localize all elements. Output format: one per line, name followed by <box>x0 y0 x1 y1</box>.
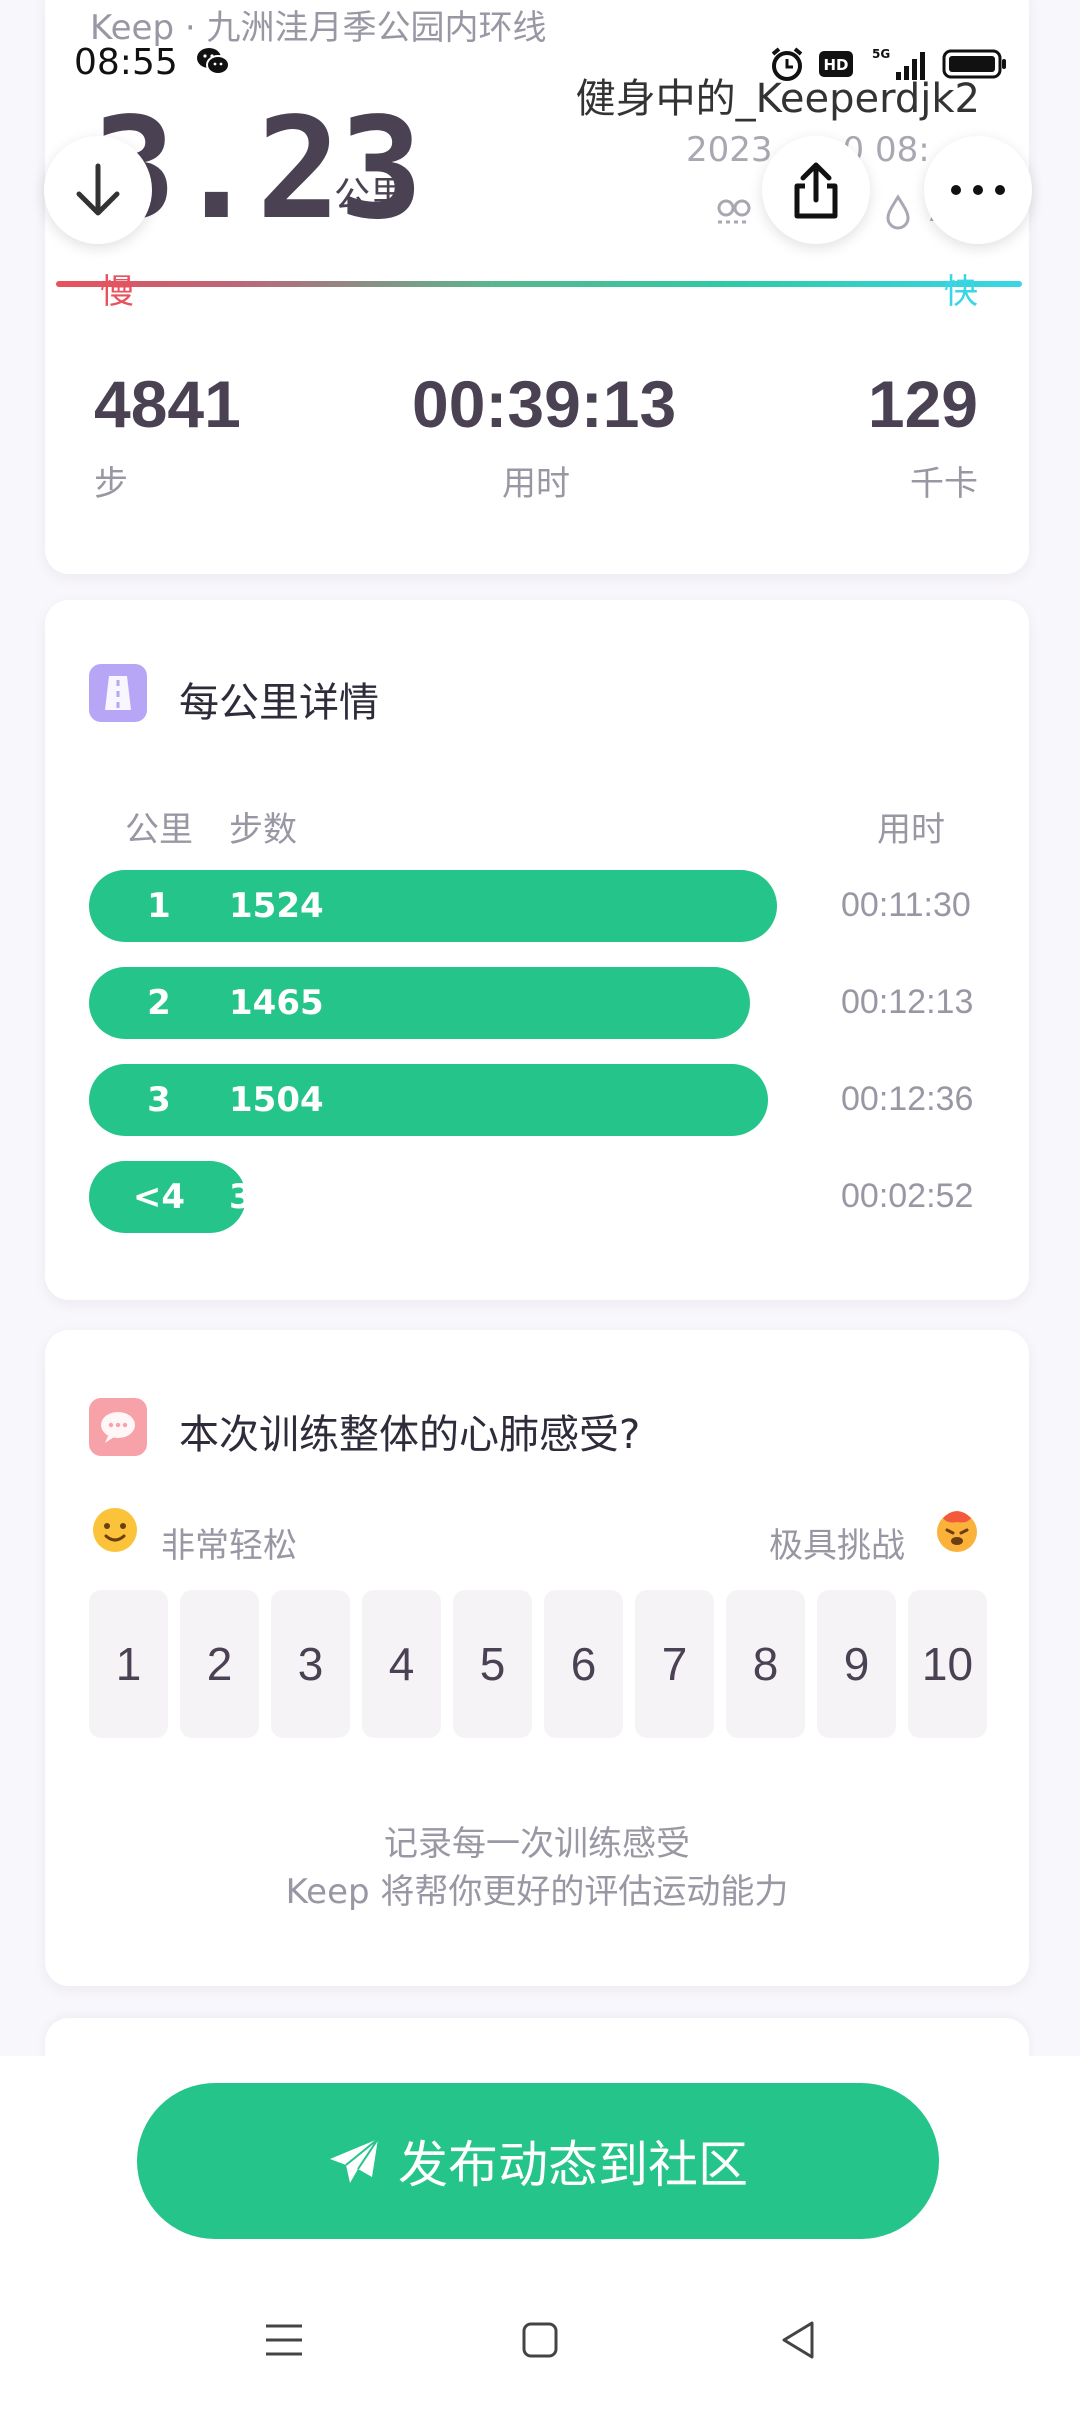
fast-label: 快 <box>944 272 978 312</box>
per-km-card: 每公里详情 公里 步数 用时 1 1524 00:11:30 2 1465 00… <box>45 600 1029 1300</box>
rating-5[interactable]: 5 <box>453 1590 532 1738</box>
duration-label: 用时 <box>502 464 570 504</box>
km-time: 00:12:13 <box>841 983 974 1021</box>
rating-3[interactable]: 3 <box>271 1590 350 1738</box>
hint-line-2: Keep 将帮你更好的评估运动能力 <box>285 1872 789 1912</box>
pace-gradient-bar <box>56 281 1022 287</box>
km-time: 00:02:52 <box>841 1177 974 1215</box>
rating-7[interactable]: 7 <box>635 1590 714 1738</box>
col-km: 公里 <box>125 810 193 850</box>
rating-2[interactable]: 2 <box>180 1590 259 1738</box>
rating-1[interactable]: 1 <box>89 1590 168 1738</box>
menu-icon <box>266 2324 302 2356</box>
rating-4[interactable]: 4 <box>362 1590 441 1738</box>
rating-10[interactable]: 10 <box>908 1590 987 1738</box>
nav-home-button[interactable] <box>510 2310 570 2370</box>
exhausted-face-icon <box>937 1511 977 1552</box>
rating-9[interactable]: 9 <box>817 1590 896 1738</box>
feeling-card: 本次训练整体的心肺感受? 非常轻松 极具挑战 1 2 3 4 5 6 7 8 9… <box>45 1330 1029 1986</box>
arrow-down-icon <box>76 163 120 216</box>
km-number: 2 <box>147 983 171 1023</box>
km-steps: 1465 <box>229 983 324 1023</box>
hard-label: 极具挑战 <box>769 1526 905 1566</box>
nav-menu-button[interactable] <box>254 2310 314 2370</box>
calories-label: 千卡 <box>910 464 978 504</box>
publish-to-community-button[interactable]: 发布动态到社区 <box>137 2083 939 2239</box>
rating-8[interactable]: 8 <box>726 1590 805 1738</box>
col-time: 用时 <box>877 810 945 850</box>
steps-label: 步 <box>94 464 128 504</box>
weather-icon <box>717 199 751 223</box>
calories-value: 129 <box>867 367 978 441</box>
km-time: 00:11:30 <box>841 886 971 924</box>
share-button[interactable] <box>762 136 870 244</box>
km-steps: 1524 <box>229 886 324 926</box>
status-bar-time: 08:55 <box>74 42 178 83</box>
username: 健身中的_Keeperdjk2 <box>575 76 980 122</box>
share-icon <box>794 162 838 219</box>
duration-value: 00:39:13 <box>412 367 677 441</box>
svg-text:5G: 5G <box>872 47 890 61</box>
rating-scale: 1 2 3 4 5 6 7 8 9 10 <box>89 1590 987 1738</box>
km-number: 1 <box>147 886 171 926</box>
home-square-icon <box>522 2322 558 2358</box>
rating-6[interactable]: 6 <box>544 1590 623 1738</box>
more-icon <box>951 185 1005 195</box>
slow-label: 慢 <box>100 272 134 312</box>
hint-line-1: 记录每一次训练感受 <box>384 1824 690 1864</box>
back-triangle-icon <box>782 2321 814 2359</box>
download-button[interactable] <box>44 136 152 244</box>
publish-label: 发布动态到社区 <box>398 2136 748 2194</box>
route-icon <box>89 664 147 722</box>
chat-bubble-icon <box>89 1398 147 1456</box>
relaxed-face-icon <box>93 1508 137 1552</box>
paper-plane-icon <box>330 2138 379 2183</box>
easy-label: 非常轻松 <box>161 1526 297 1566</box>
col-steps: 步数 <box>229 810 297 850</box>
km-number: <4 <box>132 1177 186 1217</box>
km-steps: 348 <box>229 1177 300 1217</box>
km-steps: 1504 <box>229 1080 324 1120</box>
more-button[interactable] <box>924 136 1032 244</box>
km-number: 3 <box>147 1080 171 1120</box>
humidity-icon <box>886 193 910 229</box>
nav-back-button[interactable] <box>768 2310 828 2370</box>
feeling-title: 本次训练整体的心肺感受? <box>179 1412 641 1458</box>
km-time: 00:12:36 <box>841 1080 974 1118</box>
distance-unit: 公里 <box>334 175 407 216</box>
per-km-title: 每公里详情 <box>179 680 379 726</box>
steps-value: 4841 <box>94 367 241 441</box>
wechat-icon <box>197 48 230 75</box>
